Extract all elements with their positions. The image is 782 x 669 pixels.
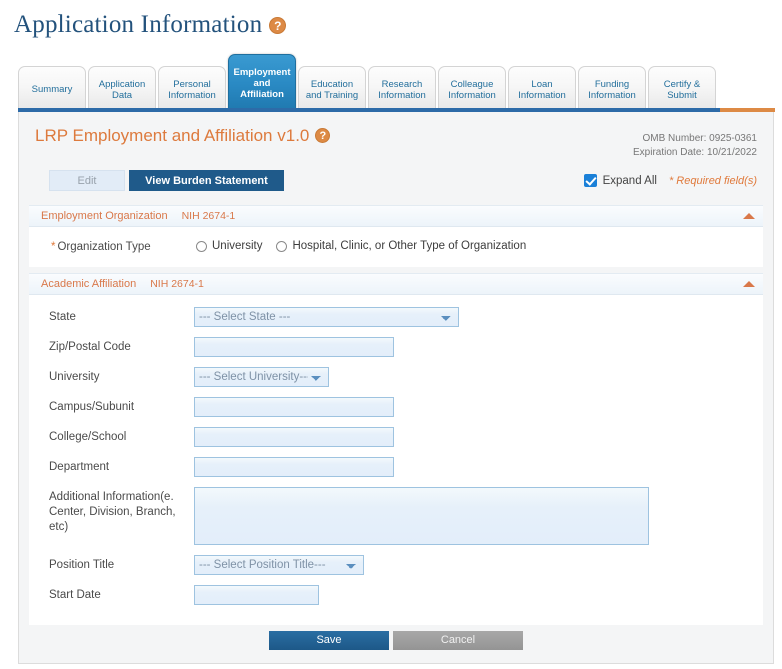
state-select[interactable]: --- Select State --- bbox=[194, 307, 459, 327]
zip-label: Zip/Postal Code bbox=[49, 341, 131, 353]
form-panel: LRP Employment and Affiliation v1.0? OMB… bbox=[18, 112, 774, 664]
tab-research-information[interactable]: Research Information bbox=[368, 66, 436, 112]
organization-type-radio-group: University Hospital, Clinic, or Other Ty… bbox=[196, 240, 540, 252]
field-row-organization-type: * Organization Type University Hospital, … bbox=[29, 237, 763, 255]
tab-label: Education and Training bbox=[305, 78, 359, 101]
tab-label: Colleague Information bbox=[448, 78, 496, 101]
page-title: Application Information bbox=[14, 11, 263, 38]
section-header-employment-organization[interactable]: Employment Organization NIH 2674-1 bbox=[29, 205, 763, 227]
field-row-department: Department bbox=[29, 457, 763, 477]
tab-education-and-training[interactable]: Education and Training bbox=[298, 66, 366, 112]
label-text: Organization Type bbox=[57, 241, 151, 253]
tab-label: Funding Information bbox=[588, 78, 636, 101]
form-title: LRP Employment and Affiliation v1.0 bbox=[35, 126, 310, 145]
tab-certify-and-submit[interactable]: Certify & Submit bbox=[648, 66, 716, 112]
form-help-circle-icon[interactable]: ? bbox=[315, 128, 331, 143]
tab-summary[interactable]: Summary bbox=[18, 66, 86, 112]
form-footer: Save Cancel bbox=[19, 625, 773, 663]
caret-up-icon[interactable] bbox=[743, 281, 755, 287]
view-burden-statement-button[interactable]: View Burden Statement bbox=[129, 170, 284, 191]
tab-funding-information[interactable]: Funding Information bbox=[578, 66, 646, 112]
field-row-state: State --- Select State --- bbox=[29, 307, 763, 327]
required-star: * bbox=[51, 241, 56, 253]
tab-personal-information[interactable]: Personal Information bbox=[158, 66, 226, 112]
toolbar-buttons: Edit View Burden Statement bbox=[49, 170, 284, 191]
field-row-college: College/School bbox=[29, 427, 763, 447]
caret-up-icon[interactable] bbox=[743, 213, 755, 219]
campus-input[interactable] bbox=[194, 397, 394, 417]
university-select[interactable]: --- Select University--- bbox=[194, 367, 329, 387]
start-date-input[interactable] bbox=[194, 585, 319, 605]
section-header-academic-affiliation[interactable]: Academic Affiliation NIH 2674-1 bbox=[29, 273, 763, 295]
form-panel-header: LRP Employment and Affiliation v1.0? OMB… bbox=[19, 112, 773, 160]
section-form-number: NIH 2674-1 bbox=[181, 210, 236, 222]
omb-expiration-date: Expiration Date: 10/21/2022 bbox=[633, 147, 757, 158]
position-title-label: Position Title bbox=[49, 559, 115, 571]
tab-bar-container: Summary Application Data Personal Inform… bbox=[0, 42, 782, 112]
tab-label: Application Data bbox=[98, 78, 146, 101]
tab-label: Employment and Affiliation bbox=[233, 67, 291, 100]
college-label: College/School bbox=[49, 431, 127, 443]
form-title-group: LRP Employment and Affiliation v1.0? bbox=[35, 126, 331, 160]
start-date-label: Start Date bbox=[49, 589, 101, 601]
omb-number: OMB Number: 0925-0361 bbox=[642, 133, 757, 144]
tab-loan-information[interactable]: Loan Information bbox=[508, 66, 576, 112]
additional-information-textarea[interactable] bbox=[194, 487, 649, 545]
save-button[interactable]: Save bbox=[269, 630, 389, 650]
section-title: Academic Affiliation bbox=[41, 278, 137, 290]
radio-university-label[interactable]: University bbox=[212, 240, 262, 252]
radio-university[interactable] bbox=[196, 240, 207, 252]
tab-list: Summary Application Data Personal Inform… bbox=[18, 42, 782, 112]
cancel-button[interactable]: Cancel bbox=[393, 630, 523, 650]
zip-input[interactable] bbox=[194, 337, 394, 357]
position-title-select[interactable]: --- Select Position Title--- bbox=[194, 555, 364, 575]
edit-button[interactable]: Edit bbox=[49, 170, 125, 191]
field-row-position-title: Position Title --- Select Position Title… bbox=[29, 555, 763, 575]
toolbar-right-group: Expand All * Required field(s) bbox=[583, 174, 757, 187]
campus-label: Campus/Subunit bbox=[49, 401, 135, 413]
additional-information-label: Additional Information(e. Center, Divisi… bbox=[49, 491, 176, 533]
field-row-additional-information: Additional Information(e. Center, Divisi… bbox=[29, 487, 763, 545]
omb-info: OMB Number: 0925-0361 Expiration Date: 1… bbox=[633, 126, 757, 160]
department-label: Department bbox=[49, 461, 110, 473]
organization-type-label: * Organization Type bbox=[51, 237, 196, 255]
university-label: University bbox=[49, 371, 100, 383]
expand-all-label: Expand All bbox=[602, 174, 657, 187]
field-row-university: University --- Select University--- bbox=[29, 367, 763, 387]
field-row-start-date: Start Date bbox=[29, 585, 763, 605]
required-fields-note: * Required field(s) bbox=[668, 174, 757, 187]
help-circle-icon[interactable]: ? bbox=[269, 16, 287, 34]
page-header: Application Information ? bbox=[0, 0, 782, 42]
tab-employment-and-affiliation[interactable]: Employment and Affiliation bbox=[228, 54, 296, 112]
field-row-zip: Zip/Postal Code bbox=[29, 337, 763, 357]
tab-label: Research Information bbox=[378, 78, 426, 101]
state-label: State bbox=[49, 311, 76, 323]
tab-label: Certify & Submit bbox=[663, 78, 701, 101]
radio-hospital-clinic-other-label[interactable]: Hospital, Clinic, or Other Type of Organ… bbox=[292, 240, 526, 252]
section-form-number: NIH 2674-1 bbox=[150, 278, 204, 290]
tab-application-data[interactable]: Application Data bbox=[88, 66, 156, 112]
field-row-campus: Campus/Subunit bbox=[29, 397, 763, 417]
tab-label: Summary bbox=[31, 84, 73, 95]
section-title: Employment Organization bbox=[41, 210, 168, 222]
tab-colleague-information[interactable]: Colleague Information bbox=[438, 66, 506, 112]
tab-label: Personal Information bbox=[168, 78, 216, 101]
tab-label: Loan Information bbox=[518, 78, 566, 101]
college-input[interactable] bbox=[194, 427, 394, 447]
section-body-employment-organization: * Organization Type University Hospital, … bbox=[29, 227, 763, 267]
section-body-academic-affiliation: State --- Select State --- Zip/Postal Co… bbox=[29, 295, 763, 625]
form-toolbar: Edit View Burden Statement Expand All * … bbox=[19, 160, 773, 199]
expand-all-checkbox[interactable] bbox=[583, 174, 597, 187]
department-input[interactable] bbox=[194, 457, 394, 477]
radio-hospital-clinic-other[interactable] bbox=[276, 240, 288, 252]
